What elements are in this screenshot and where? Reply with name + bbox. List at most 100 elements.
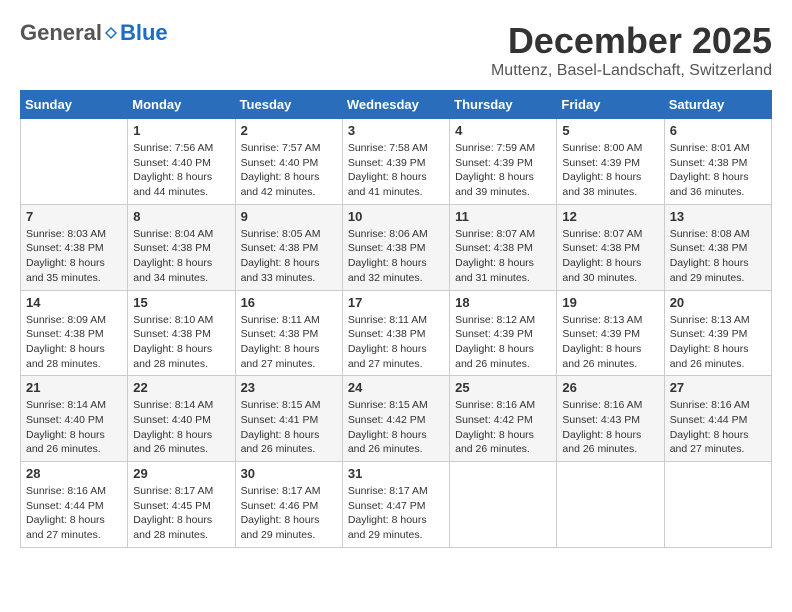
calendar-week-row: 1 Sunrise: 7:56 AMSunset: 4:40 PMDaylight…: [21, 119, 772, 205]
calendar-cell: 4Sunrise: 7:59 AMSunset: 4:39 PMDaylight…: [450, 119, 557, 205]
calendar-week-row: 21 Sunrise: 8:14 AMSunset: 4:40 PMDayligh…: [21, 376, 772, 462]
day-info: Sunrise: 8:12 AMSunset: 4:39 PMDaylight:…: [455, 313, 551, 372]
day-number: 14: [26, 295, 122, 310]
day-info: Sunrise: 8:17 AMSunset: 4:47 PMDaylight:…: [348, 484, 444, 543]
weekday-header-wednesday: Wednesday: [342, 91, 449, 119]
calendar-cell: 31Sunrise: 8:17 AMSunset: 4:47 PMDayligh…: [342, 462, 449, 548]
calendar-cell: 14Sunrise: 8:09 AMSunset: 4:38 PMDayligh…: [21, 290, 128, 376]
day-number: 28: [26, 466, 122, 481]
month-title: December 2025: [491, 20, 772, 62]
day-number: 29: [133, 466, 229, 481]
calendar-cell: 11Sunrise: 8:07 AMSunset: 4:38 PMDayligh…: [450, 204, 557, 290]
day-number: 1: [133, 123, 229, 138]
page-header: General Blue December 2025 Muttenz, Base…: [20, 20, 772, 80]
day-number: 12: [562, 209, 658, 224]
day-number: 30: [241, 466, 337, 481]
day-info: Sunrise: 8:00 AMSunset: 4:39 PMDaylight:…: [562, 141, 658, 200]
calendar-cell: 24 Sunrise: 8:15 AMSunset: 4:42 PMDayligh…: [342, 376, 449, 462]
day-info: Sunrise: 8:10 AMSunset: 4:38 PMDaylight:…: [133, 313, 229, 372]
day-info: Sunrise: 7:58 AMSunset: 4:39 PMDaylight:…: [348, 141, 444, 200]
day-info: Sunrise: 8:11 AMSunset: 4:38 PMDaylight:…: [241, 313, 337, 372]
day-info: Sunrise: 8:17 AMSunset: 4:46 PMDaylight:…: [241, 484, 337, 543]
logo-general: General: [20, 20, 102, 46]
weekday-header-thursday: Thursday: [450, 91, 557, 119]
day-number: 20: [670, 295, 766, 310]
day-number: 15: [133, 295, 229, 310]
calendar-cell: [557, 462, 664, 548]
day-number: 6: [670, 123, 766, 138]
day-number: 22: [133, 380, 229, 395]
day-number: 9: [241, 209, 337, 224]
day-info: Sunrise: 8:13 AMSunset: 4:39 PMDaylight:…: [670, 313, 766, 372]
weekday-header-row: SundayMondayTuesdayWednesdayThursdayFrid…: [21, 91, 772, 119]
calendar-cell: 5 Sunrise: 8:00 AMSunset: 4:39 PMDaylight…: [557, 119, 664, 205]
day-info: Sunrise: 8:15 AMSunset: 4:42 PMDaylight:…: [348, 398, 444, 457]
calendar-week-row: 7 Sunrise: 8:03 AMSunset: 4:38 PMDaylight…: [21, 204, 772, 290]
calendar-cell: 1 Sunrise: 7:56 AMSunset: 4:40 PMDaylight…: [128, 119, 235, 205]
day-number: 24: [348, 380, 444, 395]
calendar-table: SundayMondayTuesdayWednesdayThursdayFrid…: [20, 90, 772, 548]
day-info: Sunrise: 7:57 AMSunset: 4:40 PMDaylight:…: [241, 141, 337, 200]
day-number: 25: [455, 380, 551, 395]
day-info: Sunrise: 8:01 AMSunset: 4:38 PMDaylight:…: [670, 141, 766, 200]
day-info: Sunrise: 8:08 AMSunset: 4:38 PMDaylight:…: [670, 227, 766, 286]
day-number: 8: [133, 209, 229, 224]
calendar-week-row: 14Sunrise: 8:09 AMSunset: 4:38 PMDayligh…: [21, 290, 772, 376]
day-number: 27: [670, 380, 766, 395]
day-info: Sunrise: 8:13 AMSunset: 4:39 PMDaylight:…: [562, 313, 658, 372]
calendar-cell: [664, 462, 771, 548]
day-info: Sunrise: 8:04 AMSunset: 4:38 PMDaylight:…: [133, 227, 229, 286]
day-info: Sunrise: 8:17 AMSunset: 4:45 PMDaylight:…: [133, 484, 229, 543]
calendar-cell: 2 Sunrise: 7:57 AMSunset: 4:40 PMDaylight…: [235, 119, 342, 205]
weekday-header-saturday: Saturday: [664, 91, 771, 119]
day-number: 16: [241, 295, 337, 310]
day-info: Sunrise: 8:14 AMSunset: 4:40 PMDaylight:…: [133, 398, 229, 457]
day-info: Sunrise: 8:16 AMSunset: 4:44 PMDaylight:…: [26, 484, 122, 543]
day-info: Sunrise: 7:59 AMSunset: 4:39 PMDaylight:…: [455, 141, 551, 200]
day-info: Sunrise: 8:03 AMSunset: 4:38 PMDaylight:…: [26, 227, 122, 286]
calendar-cell: 18 Sunrise: 8:12 AMSunset: 4:39 PMDayligh…: [450, 290, 557, 376]
weekday-header-sunday: Sunday: [21, 91, 128, 119]
weekday-header-monday: Monday: [128, 91, 235, 119]
day-info: Sunrise: 8:05 AMSunset: 4:38 PMDaylight:…: [241, 227, 337, 286]
calendar-cell: 15 Sunrise: 8:10 AMSunset: 4:38 PMDayligh…: [128, 290, 235, 376]
day-number: 19: [562, 295, 658, 310]
calendar-cell: 21 Sunrise: 8:14 AMSunset: 4:40 PMDayligh…: [21, 376, 128, 462]
day-info: Sunrise: 8:07 AMSunset: 4:38 PMDaylight:…: [455, 227, 551, 286]
day-number: 23: [241, 380, 337, 395]
calendar-cell: 20 Sunrise: 8:13 AMSunset: 4:39 PMDayligh…: [664, 290, 771, 376]
day-info: Sunrise: 8:15 AMSunset: 4:41 PMDaylight:…: [241, 398, 337, 457]
calendar-cell: 16 Sunrise: 8:11 AMSunset: 4:38 PMDayligh…: [235, 290, 342, 376]
day-number: 5: [562, 123, 658, 138]
calendar-cell: 17 Sunrise: 8:11 AMSunset: 4:38 PMDayligh…: [342, 290, 449, 376]
day-number: 7: [26, 209, 122, 224]
calendar-cell: 26Sunrise: 8:16 AMSunset: 4:43 PMDayligh…: [557, 376, 664, 462]
calendar-cell: 22 Sunrise: 8:14 AMSunset: 4:40 PMDayligh…: [128, 376, 235, 462]
logo-icon: [104, 26, 118, 40]
weekday-header-friday: Friday: [557, 91, 664, 119]
day-number: 21: [26, 380, 122, 395]
day-number: 2: [241, 123, 337, 138]
calendar-week-row: 28 Sunrise: 8:16 AMSunset: 4:44 PMDayligh…: [21, 462, 772, 548]
day-info: Sunrise: 8:16 AMSunset: 4:42 PMDaylight:…: [455, 398, 551, 457]
day-info: Sunrise: 8:14 AMSunset: 4:40 PMDaylight:…: [26, 398, 122, 457]
day-number: 17: [348, 295, 444, 310]
day-info: Sunrise: 7:56 AMSunset: 4:40 PMDaylight:…: [133, 141, 229, 200]
calendar-cell: 27 Sunrise: 8:16 AMSunset: 4:44 PMDayligh…: [664, 376, 771, 462]
day-number: 10: [348, 209, 444, 224]
location-title: Muttenz, Basel-Landschaft, Switzerland: [491, 62, 772, 80]
calendar-cell: 6 Sunrise: 8:01 AMSunset: 4:38 PMDaylight…: [664, 119, 771, 205]
calendar-cell: [450, 462, 557, 548]
day-info: Sunrise: 8:16 AMSunset: 4:44 PMDaylight:…: [670, 398, 766, 457]
calendar-cell: [21, 119, 128, 205]
day-info: Sunrise: 8:16 AMSunset: 4:43 PMDaylight:…: [562, 398, 658, 457]
calendar-cell: 7 Sunrise: 8:03 AMSunset: 4:38 PMDaylight…: [21, 204, 128, 290]
calendar-cell: 3 Sunrise: 7:58 AMSunset: 4:39 PMDaylight…: [342, 119, 449, 205]
calendar-cell: 25 Sunrise: 8:16 AMSunset: 4:42 PMDayligh…: [450, 376, 557, 462]
calendar-cell: 29 Sunrise: 8:17 AMSunset: 4:45 PMDayligh…: [128, 462, 235, 548]
calendar-cell: 23 Sunrise: 8:15 AMSunset: 4:41 PMDayligh…: [235, 376, 342, 462]
day-number: 3: [348, 123, 444, 138]
day-info: Sunrise: 8:11 AMSunset: 4:38 PMDaylight:…: [348, 313, 444, 372]
weekday-header-tuesday: Tuesday: [235, 91, 342, 119]
day-number: 18: [455, 295, 551, 310]
